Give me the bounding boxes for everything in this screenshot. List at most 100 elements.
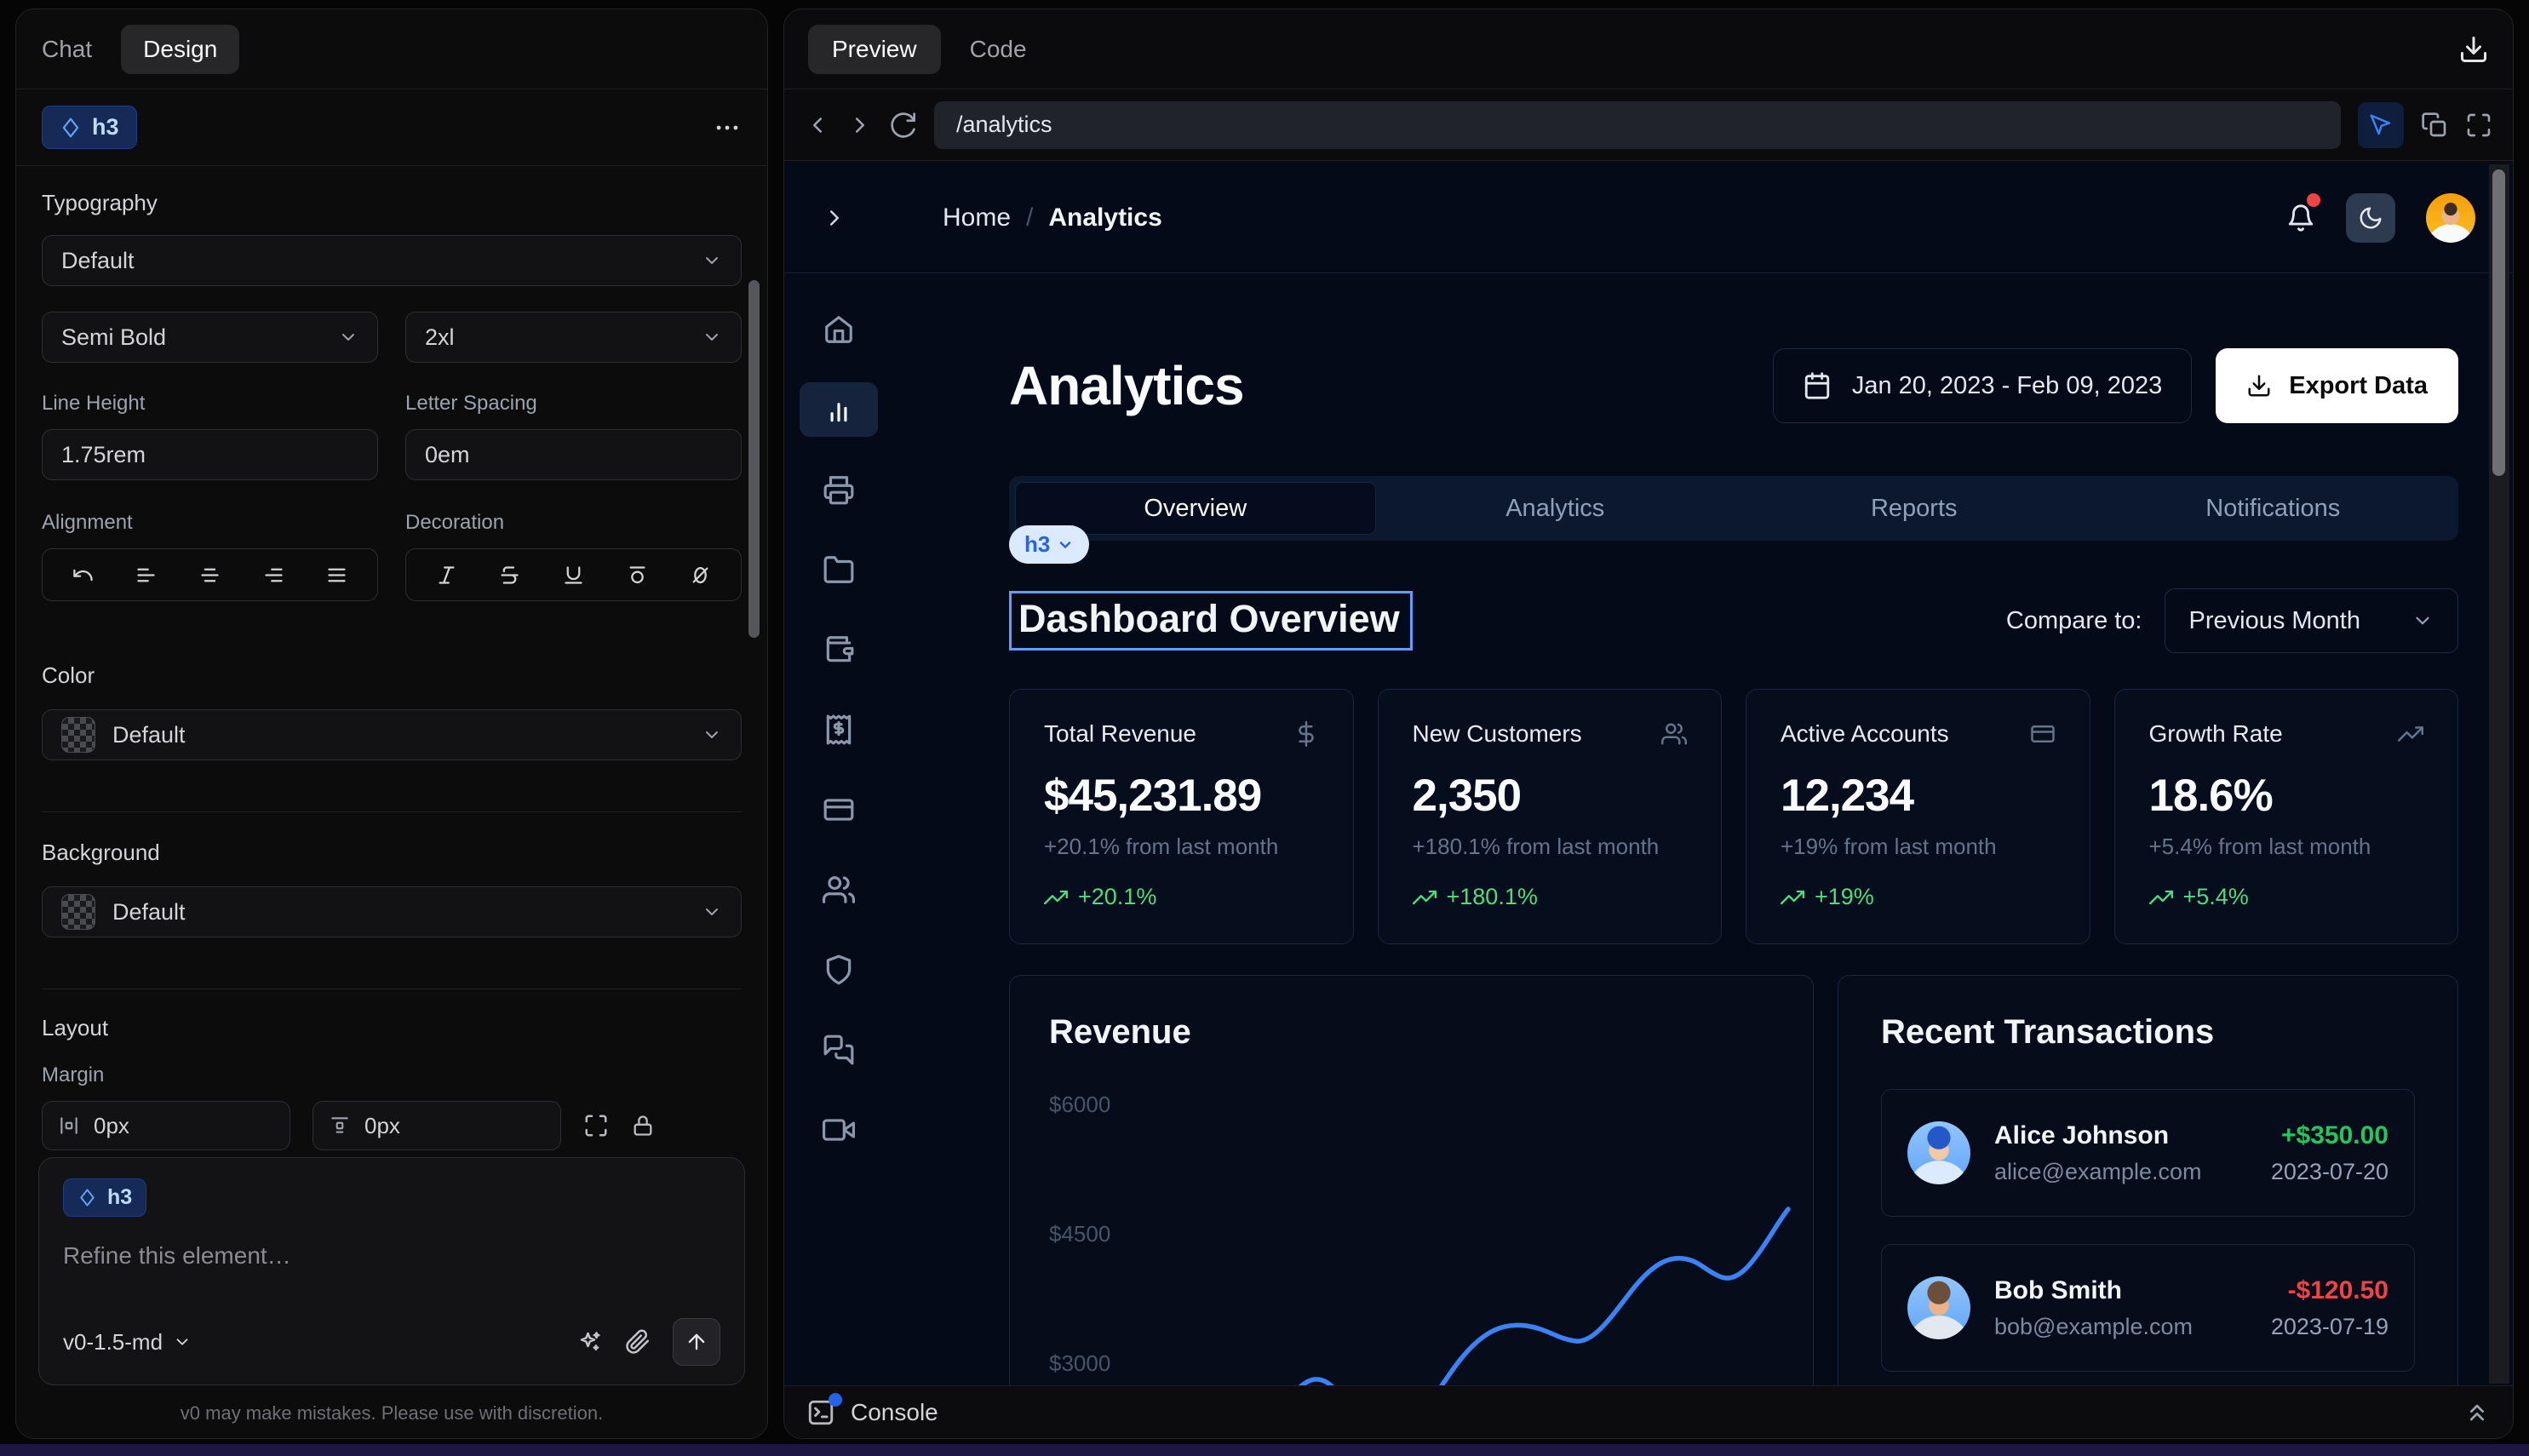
- app-header: Home / Analytics: [784, 163, 2513, 273]
- transaction-row[interactable]: Bob Smith bob@example.com -$120.50 2023-…: [1881, 1244, 2415, 1372]
- console-notification-dot: [829, 1393, 842, 1407]
- sidebar-item-credit-card-icon[interactable]: [800, 782, 878, 837]
- composer-element-chip[interactable]: h3: [63, 1178, 146, 1217]
- preview-scrollbar-thumb[interactable]: [2492, 169, 2505, 476]
- line-height-value: 1.75rem: [61, 442, 146, 468]
- left-panel-scrollbar[interactable]: [748, 280, 760, 638]
- sidebar-item-printer-icon[interactable]: [800, 462, 878, 517]
- color-select[interactable]: Default: [42, 709, 742, 760]
- sidebar-item-video-icon[interactable]: [800, 1103, 878, 1157]
- sidebar-item-shield-icon[interactable]: [800, 943, 878, 997]
- font-size-value: 2xl: [425, 324, 455, 351]
- tab-analytics[interactable]: Analytics: [1376, 482, 1735, 535]
- sidebar-item-wallet-icon[interactable]: [800, 622, 878, 677]
- composer-chip-tag: h3: [107, 1185, 132, 1210]
- tab-design[interactable]: Design: [121, 25, 239, 74]
- trending-up-icon: [2149, 886, 2173, 909]
- refine-input[interactable]: Refine this element…: [63, 1242, 720, 1270]
- notifications-bell-icon[interactable]: [2286, 203, 2315, 232]
- tab-chat[interactable]: Chat: [42, 36, 92, 63]
- underline-icon[interactable]: [562, 564, 585, 587]
- sidebar-item-users-icon[interactable]: [800, 863, 878, 917]
- margin-x-icon: [58, 1115, 80, 1137]
- chevron-down-icon: [702, 327, 722, 347]
- italic-icon[interactable]: [435, 564, 458, 587]
- lock-icon[interactable]: [631, 1114, 655, 1138]
- margin-y-input[interactable]: 0px: [313, 1101, 561, 1150]
- undo-icon[interactable]: [72, 564, 95, 587]
- overline-icon[interactable]: [626, 564, 649, 587]
- sidebar-item-analytics-icon[interactable]: [800, 382, 878, 437]
- user-avatar[interactable]: [2426, 193, 2475, 243]
- background-select[interactable]: Default: [42, 886, 742, 937]
- model-select[interactable]: v0-1.5-md: [63, 1329, 192, 1356]
- export-data-button[interactable]: Export Data: [2216, 348, 2458, 423]
- align-center-icon[interactable]: [198, 564, 221, 587]
- sidebar-item-receipt-icon[interactable]: [800, 702, 878, 757]
- expand-icon[interactable]: [583, 1113, 609, 1138]
- inspect-cursor-icon[interactable]: [2358, 102, 2404, 148]
- trending-up-icon: [1781, 886, 1804, 909]
- export-data-label: Export Data: [2289, 372, 2428, 400]
- align-left-icon[interactable]: [135, 564, 158, 587]
- line-height-input[interactable]: 1.75rem: [42, 429, 378, 480]
- paperclip-icon[interactable]: [625, 1329, 651, 1355]
- url-input[interactable]: [934, 101, 2341, 149]
- back-icon[interactable]: [805, 112, 830, 138]
- tab-reports[interactable]: Reports: [1735, 482, 2094, 535]
- selected-element-row: h3: [16, 89, 767, 166]
- forward-icon[interactable]: [847, 112, 873, 138]
- typography-label: Typography: [42, 190, 742, 216]
- align-right-icon[interactable]: [262, 564, 285, 587]
- fullscreen-icon[interactable]: [2465, 112, 2492, 139]
- alignment-label: Alignment: [42, 511, 378, 535]
- stat-cards: Total Revenue $45,231.89 +20.1% from las…: [1009, 689, 2458, 944]
- element-selection-chip[interactable]: h3: [1009, 525, 1089, 564]
- sparkles-icon[interactable]: [577, 1329, 603, 1355]
- preview-scrollbar-track[interactable]: [2489, 164, 2509, 1384]
- send-button[interactable]: [673, 1318, 720, 1366]
- stat-value: 12,234: [1781, 770, 2056, 822]
- transaction-row[interactable]: Alice Johnson alice@example.com +$350.00…: [1881, 1089, 2415, 1217]
- download-icon[interactable]: [2458, 34, 2489, 65]
- no-decoration-icon[interactable]: [689, 564, 712, 587]
- refresh-icon[interactable]: [890, 112, 917, 139]
- console-bar[interactable]: Console: [784, 1385, 2513, 1438]
- revenue-chart-title: Revenue: [1049, 1013, 1774, 1052]
- decoration-label: Decoration: [405, 511, 742, 535]
- chevrons-up-icon[interactable]: [2463, 1399, 2491, 1426]
- tab-preview[interactable]: Preview: [808, 25, 941, 74]
- tab-code[interactable]: Code: [970, 36, 1027, 63]
- sidebar-item-messages-icon[interactable]: [800, 1023, 878, 1077]
- more-options-icon[interactable]: [713, 113, 742, 142]
- transaction-date: 2023-07-20: [2271, 1159, 2388, 1185]
- disclaimer-text: v0 may make mistakes. Please use with di…: [16, 1402, 767, 1424]
- sidebar-item-folder-icon[interactable]: [800, 542, 878, 597]
- letter-spacing-input[interactable]: 0em: [405, 429, 742, 480]
- align-justify-icon[interactable]: [325, 564, 348, 587]
- selected-element-badge[interactable]: h3: [42, 106, 137, 149]
- breadcrumb-home[interactable]: Home: [943, 203, 1011, 232]
- tab-notifications[interactable]: Notifications: [2094, 482, 2453, 535]
- sidebar-item-home-icon[interactable]: [800, 302, 878, 357]
- design-properties: Typography Default Semi Bold 2xl Line He…: [16, 166, 767, 1261]
- avatar: [1907, 1121, 1970, 1184]
- sidebar-toggle-icon[interactable]: [822, 205, 847, 231]
- stat-value: 2,350: [1413, 770, 1688, 822]
- dark-mode-toggle[interactable]: [2346, 193, 2395, 243]
- chevron-down-icon: [2411, 610, 2434, 632]
- margin-x-input[interactable]: 0px: [42, 1101, 290, 1150]
- strikethrough-icon[interactable]: [498, 564, 521, 587]
- date-range-button[interactable]: Jan 20, 2023 - Feb 09, 2023: [1773, 348, 2192, 423]
- console-label: Console: [851, 1399, 938, 1426]
- dashboard-overview-heading[interactable]: Dashboard Overview: [1009, 591, 1413, 651]
- app-viewport: Home / Analytics: [784, 163, 2513, 1385]
- font-weight-select[interactable]: Semi Bold: [42, 312, 378, 363]
- recent-transactions-panel: Recent Transactions Alice Johnson alice@…: [1838, 975, 2458, 1385]
- copy-icon[interactable]: [2421, 112, 2448, 139]
- font-size-select[interactable]: 2xl: [405, 312, 742, 363]
- compare-select[interactable]: Previous Month: [2165, 588, 2459, 653]
- preview-panel: Preview Code Home / Analytics: [783, 9, 2514, 1439]
- font-family-select[interactable]: Default: [42, 235, 742, 286]
- chevron-down-icon: [702, 902, 722, 922]
